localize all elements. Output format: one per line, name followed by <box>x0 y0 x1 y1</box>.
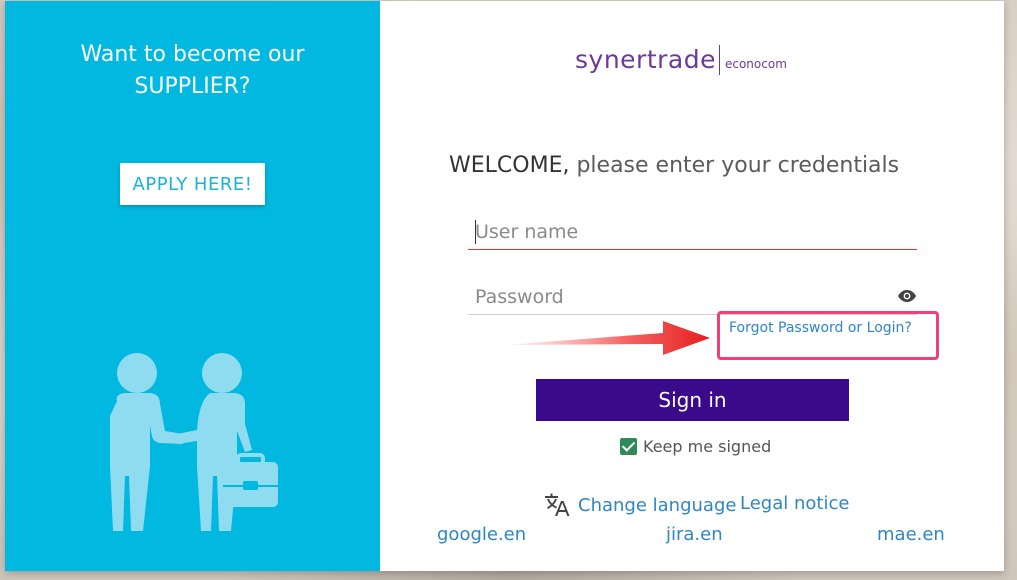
welcome-strong: WELCOME, <box>449 153 570 178</box>
keep-signed-control[interactable]: Keep me signed <box>620 437 771 456</box>
supplier-panel: Want to become our SUPPLIER? APPLY HERE! <box>5 1 380 571</box>
forgot-password-link[interactable]: Forgot Password or Login? <box>729 320 912 336</box>
keep-signed-label: Keep me signed <box>643 437 772 456</box>
welcome-heading: WELCOME, please enter your credentials <box>449 153 899 178</box>
show-password-eye-icon[interactable] <box>897 289 917 303</box>
login-card: Want to become our SUPPLIER? APPLY HERE!… <box>5 1 1004 571</box>
handshake-icon <box>110 353 278 531</box>
red-arrow-annotation <box>505 321 710 355</box>
logo-main-text: synertrade <box>575 45 716 74</box>
username-field[interactable] <box>468 214 917 250</box>
welcome-rest: please enter your credentials <box>569 153 900 178</box>
footer-link-jira[interactable]: jira.en <box>666 524 723 545</box>
legal-notice-link[interactable]: Legal notice <box>740 493 849 514</box>
logo-sub-text: econocom <box>724 57 787 71</box>
synertrade-logo: synertrade econocom <box>575 45 787 75</box>
password-field[interactable] <box>468 279 917 315</box>
supplier-title: Want to become our SUPPLIER? <box>80 42 305 99</box>
translate-icon <box>545 493 570 516</box>
logo-separator <box>718 45 720 75</box>
text-caret <box>475 220 476 244</box>
login-panel: synertrade econocom WELCOME, please ente… <box>380 1 1004 571</box>
apply-here-button[interactable]: APPLY HERE! <box>120 163 265 205</box>
keep-signed-checkbox[interactable] <box>620 438 637 455</box>
change-language-link[interactable]: Change language <box>578 495 736 516</box>
footer-link-mae[interactable]: mae.en <box>877 524 945 545</box>
sign-in-button[interactable]: Sign in <box>536 379 849 421</box>
footer-link-google[interactable]: google.en <box>437 524 526 545</box>
change-language[interactable]: Change language <box>544 493 736 517</box>
